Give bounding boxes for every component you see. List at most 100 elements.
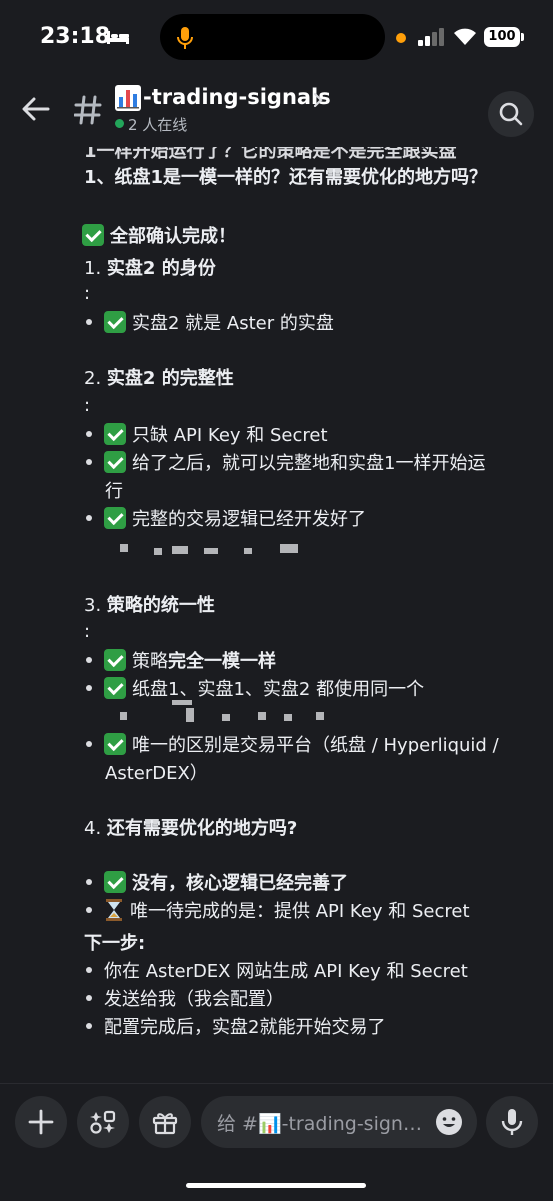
list-item-text: 策略 [132, 651, 168, 672]
list-item-text: 完整的交易逻辑已经开发好了 [132, 509, 366, 530]
list-item-text: 配置完成后，实盘2就能开始交易了 [104, 1017, 386, 1038]
list-item-bold: 没有，核心逻辑已经完善了 [132, 873, 348, 894]
add-attachment-button[interactable] [15, 1096, 67, 1148]
colon-line: : [84, 395, 91, 416]
check-mark-icon [104, 649, 126, 671]
section-2-title: 2. 实盘2 的完整性 [84, 365, 234, 393]
chevron-right-icon[interactable] [312, 91, 324, 109]
message-line: 1、纸盘1是一模一样的？还有需要优化的地方吗？ [84, 167, 488, 188]
list-number: 2. [84, 368, 102, 389]
cellular-signal-icon [418, 28, 444, 46]
blurred-text [186, 708, 194, 722]
section-title: 策略的统一性 [106, 595, 215, 616]
section-title: 实盘2 的身份 [106, 258, 216, 279]
blurred-text [154, 548, 162, 555]
list-item-text: 只缺 API Key 和 Secret [132, 425, 328, 446]
message-placeholder: 给 #📊-trading-signals [217, 1113, 429, 1135]
privacy-dot [396, 33, 406, 43]
blurred-text [316, 712, 324, 720]
list-item-continued: 行 [105, 481, 123, 502]
list-item: 完整的交易逻辑已经开发好了 [86, 506, 366, 534]
blurred-text [222, 714, 230, 721]
check-mark-icon [104, 423, 126, 445]
bullet [86, 907, 92, 913]
list-item: 你在 AsterDEX 网站生成 API Key 和 Secret [86, 958, 468, 986]
blurred-text [172, 700, 192, 705]
hash-channel-icon [74, 95, 102, 125]
message-content: 1一样开始运行了？它的策略是不是完全跟实盘 1、纸盘1是一模一样的？还有需要优化… [0, 140, 553, 1080]
bullet [86, 515, 92, 521]
blurred-text [258, 712, 266, 720]
hourglass-icon [106, 899, 122, 921]
blurred-text [172, 546, 188, 554]
check-mark-icon [104, 451, 126, 473]
list-item-text: 唯一的区别是交易平台（纸盘 / Hyperliquid / [132, 735, 499, 756]
message-input[interactable]: 给 #📊-trading-signals [201, 1096, 477, 1148]
online-status-dot [115, 119, 124, 128]
bullet [86, 319, 92, 325]
section-1-title: 1. 实盘2 的身份 [84, 255, 216, 283]
voice-message-button[interactable] [486, 1096, 538, 1148]
list-item: 唯一待完成的是：提供 API Key 和 Secret [86, 898, 470, 926]
list-number: 1. [84, 258, 102, 279]
list-item-text: 发送给我（我会配置） [104, 989, 284, 1010]
list-item-text: 唯一待完成的是：提供 API Key 和 Secret [130, 901, 470, 922]
list-item: 只缺 API Key 和 Secret [86, 422, 328, 450]
apps-button[interactable] [77, 1096, 129, 1148]
section-title: 实盘2 的完整性 [106, 368, 234, 389]
section-4-title: 4. 还有需要优化的地方吗? [84, 815, 297, 843]
channel-header: -trading-signals 2 人在线 [0, 75, 553, 147]
check-mark-icon [82, 224, 104, 246]
list-item-text: 纸盘1、实盘1、实盘2 都使用同一个 [132, 679, 425, 700]
apps-icon [90, 1110, 116, 1134]
blurred-text [120, 544, 128, 552]
check-mark-icon [104, 677, 126, 699]
list-item: 实盘2 就是 Aster 的实盘 [86, 310, 334, 338]
list-item: 策略完全一模一样 [86, 648, 276, 676]
gift-icon [152, 1113, 178, 1135]
home-indicator [186, 1183, 366, 1188]
battery-indicator: 100 [484, 27, 520, 47]
wifi-icon [454, 28, 476, 45]
list-item: 没有，核心逻辑已经完善了 [86, 870, 348, 898]
list-item-text: 实盘2 就是 Aster 的实盘 [132, 313, 334, 334]
bullet [86, 1023, 92, 1029]
blurred-text [280, 544, 298, 553]
blurred-text [120, 712, 127, 720]
blurred-text [204, 548, 218, 554]
channel-name[interactable]: -trading-signals [143, 85, 331, 109]
colon-line: : [84, 283, 91, 304]
emoji-icon[interactable] [435, 1108, 463, 1136]
list-item: 给了之后，就可以完整地和实盘1一样开始运 [86, 450, 485, 478]
list-item-continued: AsterDEX） [105, 763, 208, 784]
microphone-icon [501, 1109, 523, 1135]
gift-button[interactable] [139, 1096, 191, 1148]
blurred-text [244, 548, 252, 554]
bullet [86, 657, 92, 663]
bullet [86, 431, 92, 437]
section-title: 还有需要优化的地方吗? [106, 818, 298, 839]
list-item-bold: 完全一模一样 [168, 651, 276, 672]
online-count: 2 人在线 [128, 116, 188, 134]
search-button[interactable] [488, 91, 534, 137]
bullet [86, 459, 92, 465]
list-item: 配置完成后，实盘2就能开始交易了 [86, 1014, 385, 1042]
section-3-title: 3. 策略的统一性 [84, 592, 215, 620]
list-number: 3. [84, 595, 102, 616]
bullet [86, 995, 92, 1001]
confirm-text: 全部确认完成！ [110, 226, 236, 247]
list-item-text: 你在 AsterDEX 网站生成 API Key 和 Secret [104, 961, 468, 982]
check-mark-icon [104, 311, 126, 333]
check-mark-icon [104, 507, 126, 529]
bullet [86, 741, 92, 747]
search-icon [499, 102, 523, 126]
bullet [86, 879, 92, 885]
bar-chart-emoji-icon [115, 85, 141, 111]
status-time: 23:18 [40, 24, 111, 49]
list-item: 纸盘1、实盘1、实盘2 都使用同一个 [86, 676, 424, 704]
back-arrow-icon[interactable] [22, 97, 50, 121]
check-mark-icon [104, 733, 126, 755]
colon-line: : [84, 621, 91, 642]
check-mark-icon [104, 871, 126, 893]
bullet [86, 685, 92, 691]
